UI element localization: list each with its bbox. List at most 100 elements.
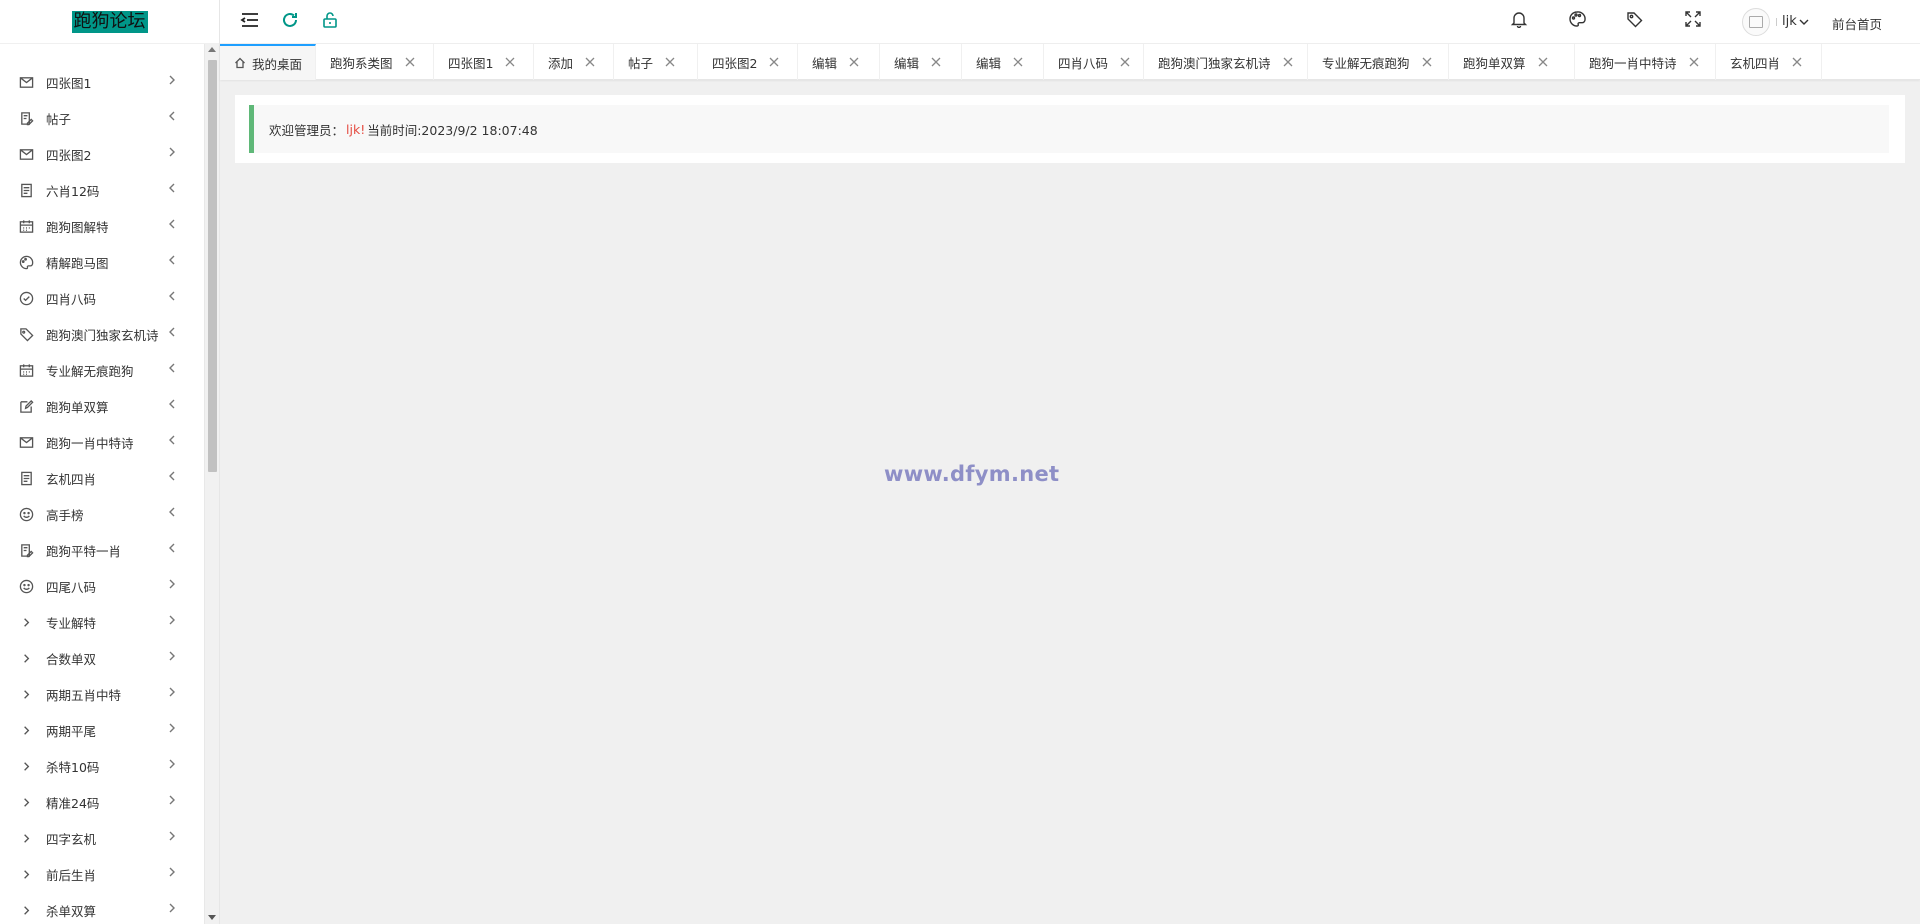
sidebar-item-label: 两期五肖中特 [46,687,122,703]
sidebar-item-label: 跑狗澳门独家玄机诗 [46,327,159,343]
sidebar-item[interactable]: 四尾八码 [0,568,204,604]
tab[interactable]: 编辑 [962,44,1044,80]
refresh-icon [280,10,300,34]
chevron-right-icon [166,758,178,770]
chevron-left-icon [166,182,178,194]
chevron-right-icon [166,722,178,734]
sidebar-item[interactable]: 两期五肖中特 [0,676,204,712]
tab[interactable]: 跑狗单双算 [1449,44,1575,80]
close-icon[interactable] [767,55,781,69]
chevron-left-icon [166,254,178,266]
sidebar-item-label: 高手榜 [46,507,84,523]
avatar[interactable] [1742,8,1770,36]
sidebar-item[interactable]: 高手榜 [0,496,204,532]
sidebar-item[interactable]: 跑狗一肖中特诗 [0,424,204,460]
sidebar-item[interactable]: 跑狗图解特 [0,208,204,244]
chevron-left-icon [166,470,178,482]
tag-button[interactable] [1624,10,1646,32]
sidebar-item[interactable]: 两期平尾 [0,712,204,748]
tab-home[interactable]: 我的桌面 [220,44,316,80]
palette-icon [1568,10,1586,32]
close-icon[interactable] [1281,55,1295,69]
close-icon[interactable] [1790,55,1804,69]
welcome-prefix: 欢迎管理员： [269,122,345,138]
logo[interactable]: 跑狗论坛 [71,10,148,33]
sidebar-item[interactable]: 杀单双算 [0,892,204,924]
sidebar-item[interactable]: 四张图2 [0,136,204,172]
sidebar-item-label: 精解跑马图 [46,255,109,271]
sidebar-item-label: 四张图1 [46,75,92,91]
check-circle-icon [18,290,34,306]
tab[interactable]: 添加 [534,44,614,80]
tab[interactable]: 专业解无痕跑狗 [1308,44,1449,80]
tab-label: 编辑 [812,55,838,71]
bell-icon [1510,10,1528,32]
sidebar-item[interactable]: 四肖八码 [0,280,204,316]
tab-label: 跑狗单双算 [1463,55,1526,71]
sidebar-item[interactable]: 六肖12码 [0,172,204,208]
sidebar-item-label: 四尾八码 [46,579,97,595]
lock-button[interactable] [318,10,342,34]
current-time: 当前时间:2023/9/2 18:07:48 [367,122,538,138]
theme-button[interactable] [1566,10,1588,32]
tab[interactable]: 玄机四肖 [1716,44,1822,80]
sidebar-item[interactable]: 跑狗单双算 [0,388,204,424]
chevron-left-icon [166,398,178,410]
sidebar-item[interactable]: 专业解无痕跑狗 [0,352,204,388]
tab[interactable]: 跑狗澳门独家玄机诗 [1144,44,1308,80]
tab[interactable]: 编辑 [798,44,880,80]
close-icon[interactable] [1687,55,1701,69]
sidebar-item[interactable]: 四张图1 [0,64,204,100]
front-page-link[interactable]: 前台首页 [1832,14,1882,33]
refresh-button[interactable] [278,10,302,34]
close-icon[interactable] [929,55,943,69]
close-icon[interactable] [583,55,597,69]
sidebar-item[interactable]: 跑狗平特一肖 [0,532,204,568]
tab[interactable]: 跑狗一肖中特诗 [1575,44,1716,80]
tab[interactable]: 帖子 [614,44,698,80]
tab[interactable]: 跑狗系类图 [316,44,434,80]
sidebar-item[interactable]: 前后生肖 [0,856,204,892]
scroll-down-arrow-icon[interactable] [208,915,216,920]
fullscreen-button[interactable] [1682,10,1704,32]
scroll-up-arrow-icon[interactable] [208,47,216,52]
sidebar-item[interactable]: 帖子 [0,100,204,136]
calendar-icon [18,362,34,378]
sidebar-item[interactable]: 杀特10码 [0,748,204,784]
close-icon[interactable] [847,55,861,69]
sidebar-item[interactable]: 专业解特 [0,604,204,640]
tag-icon [18,326,34,342]
close-icon[interactable] [503,55,517,69]
chevron-down-icon[interactable] [1798,16,1810,28]
close-icon[interactable] [1420,55,1434,69]
edit-icon [18,398,34,414]
sidebar-item[interactable]: 精解跑马图 [0,244,204,280]
scroll-thumb[interactable] [208,60,217,472]
chevron-left-icon [166,362,178,374]
tab[interactable]: 编辑 [880,44,962,80]
sidebar-item-label: 合数单双 [46,651,97,667]
sidebar-item[interactable]: 精准24码 [0,784,204,820]
tab-label: 我的桌面 [252,56,303,72]
close-icon[interactable] [663,55,677,69]
close-icon[interactable] [1011,55,1025,69]
sidebar-item[interactable]: 跑狗澳门独家玄机诗 [0,316,204,352]
menu-fold-button[interactable] [238,10,262,34]
notification-button[interactable] [1508,10,1530,32]
palette-icon [18,254,34,270]
chevron-left-icon [166,434,178,446]
sidebar-scrollbar[interactable] [204,44,219,924]
close-icon[interactable] [1536,55,1550,69]
close-icon[interactable] [1118,55,1132,69]
tab[interactable]: 四张图1 [434,44,534,80]
tab[interactable]: 四肖八码 [1044,44,1144,80]
sidebar-item-label: 专业解无痕跑狗 [46,363,134,379]
sidebar-item[interactable]: 合数单双 [0,640,204,676]
username[interactable]: ljk [1782,14,1797,29]
close-icon[interactable] [403,55,417,69]
chevron-right-icon [18,902,34,918]
sidebar-item[interactable]: 玄机四肖 [0,460,204,496]
sidebar-menu: 四张图1 帖子 四张图2 六肖12码 跑狗图解特 精解跑马图 四肖八码 跑狗澳门独家玄机诗 专业… [0,64,204,924]
tab[interactable]: 四张图2 [698,44,798,80]
sidebar-item[interactable]: 四字玄机 [0,820,204,856]
